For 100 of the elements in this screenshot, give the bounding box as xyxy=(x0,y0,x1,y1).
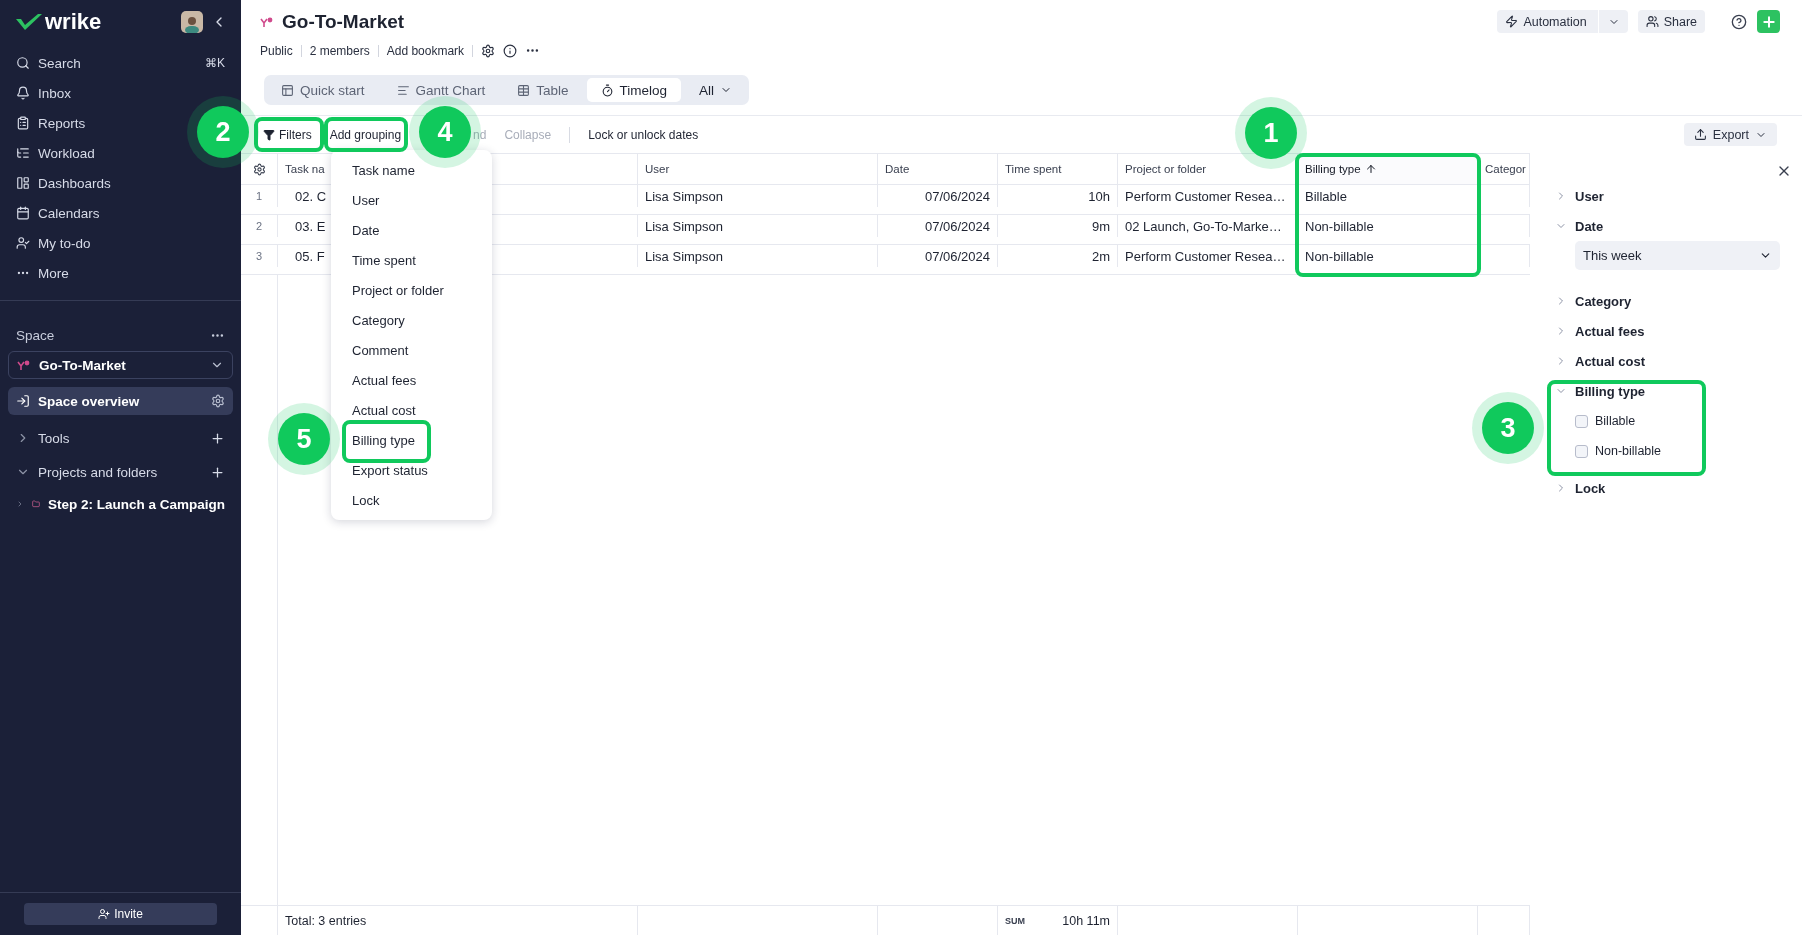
clipboard-icon xyxy=(16,116,30,130)
add-icon[interactable] xyxy=(210,464,225,480)
table-cell: 07/06/2024 xyxy=(878,215,998,237)
toolbar-button[interactable]: Add grouping xyxy=(323,121,408,148)
table-cell: 07/06/2024 xyxy=(878,245,998,267)
tree-item[interactable]: Tools xyxy=(8,421,233,455)
users-icon xyxy=(1645,15,1659,28)
checkbox[interactable] xyxy=(1575,444,1588,458)
nav-item[interactable]: My to-do xyxy=(8,228,99,258)
meta-link[interactable]: 2 members xyxy=(309,43,370,58)
callout-number: 4 xyxy=(419,106,471,158)
export-button[interactable]: Export xyxy=(1683,123,1777,146)
menu-item[interactable]: Category xyxy=(331,305,492,335)
search-icon xyxy=(16,56,30,70)
list-tree-icon xyxy=(16,146,30,160)
checkmark-logo-icon xyxy=(16,13,42,31)
avatar-icon[interactable] xyxy=(181,11,203,33)
meta-link[interactable]: Add bookmark xyxy=(386,43,465,58)
checkbox-label: Non-billable xyxy=(1595,444,1661,458)
table-cell: 07/06/2024 xyxy=(878,185,998,207)
space-selector[interactable]: Go-To-Market xyxy=(8,351,233,379)
menu-item[interactable]: Actual fees xyxy=(331,365,492,395)
table-cell: Lisa Simpson xyxy=(638,185,878,207)
views-dropdown[interactable]: All xyxy=(685,78,747,102)
enter-icon xyxy=(16,394,30,408)
dashboard-icon xyxy=(16,176,30,190)
nav-item[interactable]: Search ⌘K xyxy=(8,48,233,78)
page-title: Go-To-Market xyxy=(282,10,405,33)
invite-button[interactable]: Invite xyxy=(24,903,217,925)
info-icon[interactable] xyxy=(503,43,518,58)
sort-arrow-icon xyxy=(1364,163,1377,175)
table-cell: 2m xyxy=(998,245,1118,267)
table-icon xyxy=(517,83,531,97)
row-number: 2 xyxy=(241,215,278,237)
table-cell: Non-billable xyxy=(1298,245,1478,267)
table-cell: Perform Customer Resea… xyxy=(1118,185,1298,207)
section-label: Space xyxy=(16,327,55,343)
menu-item[interactable]: Billing type xyxy=(331,425,492,455)
view-tab[interactable]: Quick start xyxy=(267,78,379,102)
checkbox-label: Billable xyxy=(1595,414,1636,428)
tree-item[interactable]: Step 2: Launch a Campaign xyxy=(8,489,233,519)
filter-item[interactable]: Actual cost xyxy=(1555,346,1646,376)
settings-icon[interactable] xyxy=(211,394,225,408)
nav-item[interactable]: Calendars xyxy=(8,198,108,228)
highlight-frame xyxy=(254,117,324,152)
table-cell: Perform Customer Resea… xyxy=(1118,245,1298,267)
share-button[interactable]: Share xyxy=(1637,10,1705,33)
filter-item[interactable]: Lock xyxy=(1555,473,1606,503)
row-number: 1 xyxy=(241,185,278,207)
calendar-icon xyxy=(16,206,30,220)
table-cell: Lisa Simpson xyxy=(638,245,878,267)
help-icon[interactable] xyxy=(1731,13,1747,30)
shortcut-hint: ⌘K xyxy=(205,56,225,70)
nav-item[interactable]: Dashboards xyxy=(8,168,119,198)
toolbar-button[interactable]: Lock or unlock dates xyxy=(582,121,705,148)
view-tab[interactable]: Table xyxy=(503,78,583,102)
view-tab[interactable]: Gantt Chart xyxy=(382,78,500,102)
filter-item[interactable]: Billing type xyxy=(1555,376,1646,406)
filter-item[interactable]: Date xyxy=(1555,211,1604,241)
automation-button[interactable]: Automation xyxy=(1497,10,1628,33)
nav-item[interactable]: Inbox xyxy=(8,78,80,108)
nav-item[interactable]: More xyxy=(8,258,77,288)
menu-item[interactable]: Actual cost xyxy=(331,395,492,425)
tree-item[interactable]: Projects and folders xyxy=(8,455,233,489)
plus-icon xyxy=(1760,13,1777,30)
filter-icon xyxy=(263,128,275,141)
menu-item[interactable]: Project or folder xyxy=(331,275,492,305)
toolbar-button[interactable]: Filters xyxy=(257,121,318,148)
filter-item[interactable]: Actual fees xyxy=(1555,316,1645,346)
menu-item[interactable]: Task name xyxy=(331,155,492,185)
table-cell: Non-billable xyxy=(1298,215,1478,237)
checkbox[interactable] xyxy=(1575,414,1588,428)
nav-item[interactable]: Reports xyxy=(8,108,94,138)
panels-icon xyxy=(281,83,294,97)
menu-item[interactable]: Comment xyxy=(331,335,492,365)
row-number: 3 xyxy=(241,245,278,267)
date-select[interactable]: This week xyxy=(1575,241,1780,270)
filter-item[interactable]: Category xyxy=(1555,286,1632,316)
callout-number: 1 xyxy=(1245,107,1297,159)
settings-icon[interactable] xyxy=(252,162,266,176)
settings-icon[interactable] xyxy=(481,43,496,58)
space-icon xyxy=(260,15,274,28)
filter-item[interactable]: User xyxy=(1555,181,1604,211)
timer-icon xyxy=(600,83,614,97)
user-check-icon xyxy=(16,236,30,250)
menu-item[interactable]: Lock xyxy=(331,485,492,515)
lightning-icon xyxy=(1505,15,1519,28)
total-label: Total: 3 entries xyxy=(278,906,638,935)
meta-link[interactable]: Public xyxy=(260,43,293,58)
table-cell: 9m xyxy=(998,215,1118,237)
menu-item[interactable]: Export status xyxy=(331,455,492,485)
nav-item[interactable]: Workload xyxy=(8,138,103,168)
add-icon[interactable] xyxy=(210,430,225,446)
table-cell: Lisa Simpson xyxy=(638,215,878,237)
view-tab[interactable]: Timelog xyxy=(586,78,682,102)
add-user-icon xyxy=(98,908,111,920)
lines-icon xyxy=(396,83,410,97)
sum-label: SUM xyxy=(1005,915,1025,926)
table-cell: 02 Launch, Go-To-Marke… xyxy=(1118,215,1298,237)
space-overview-item[interactable]: Space overview xyxy=(8,387,233,415)
